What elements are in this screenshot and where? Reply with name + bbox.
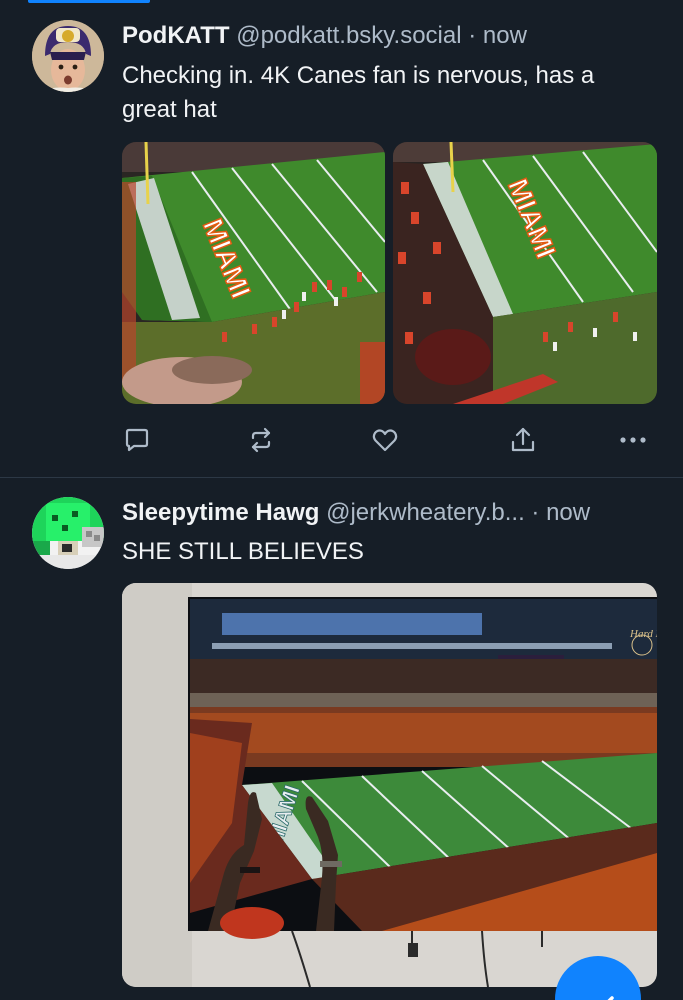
like-icon[interactable]: [370, 425, 400, 455]
author-avatar[interactable]: [32, 20, 104, 92]
svg-text:Hard Rock: Hard Rock: [629, 628, 657, 640]
feed-post[interactable]: PodKATT @podkatt.bsky.social · now Check…: [0, 0, 683, 478]
compose-icon: [607, 996, 614, 1000]
avatar-player-in-helmet-icon: [32, 20, 104, 92]
post-image[interactable]: MIAMI Hard Rock: [122, 583, 657, 987]
author-handle[interactable]: @podkatt.bsky.social: [236, 22, 461, 49]
separator-dot: ·: [468, 22, 477, 49]
display-name[interactable]: PodKATT: [122, 22, 230, 49]
post-text: SHE STILL BELIEVES: [122, 538, 364, 565]
feed-post[interactable]: Sleepytime Hawg @jerkwheatery.b... · now…: [0, 479, 683, 1000]
post-header: Sleepytime Hawg @jerkwheatery.b... · now: [122, 497, 663, 529]
post-actions: [122, 425, 652, 455]
tv-stadium-photo-icon: MIAMI Hard Rock: [122, 583, 657, 987]
post-image[interactable]: MIAMI: [393, 142, 657, 404]
reply-icon[interactable]: [122, 425, 152, 455]
separator-dot: ·: [531, 499, 540, 526]
avatar-green-pixel-art-icon: [32, 497, 104, 569]
post-text: Checking in. 4K Canes fan is nervous, ha…: [122, 62, 595, 123]
post-timestamp[interactable]: now: [483, 22, 527, 49]
stadium-end-zone-photo-icon: MIAMI: [393, 142, 657, 404]
author-avatar[interactable]: [32, 497, 104, 569]
stadium-end-zone-photo-icon: MIAMI: [122, 142, 385, 404]
post-image[interactable]: MIAMI: [122, 142, 385, 404]
share-icon[interactable]: [508, 425, 538, 455]
display-name[interactable]: Sleepytime Hawg: [122, 499, 319, 526]
repost-icon[interactable]: [246, 425, 276, 455]
post-timestamp[interactable]: now: [546, 499, 590, 526]
author-handle[interactable]: @jerkwheatery.b...: [326, 499, 525, 526]
more-icon[interactable]: [618, 425, 648, 455]
post-header: PodKATT @podkatt.bsky.social · now: [122, 20, 663, 52]
